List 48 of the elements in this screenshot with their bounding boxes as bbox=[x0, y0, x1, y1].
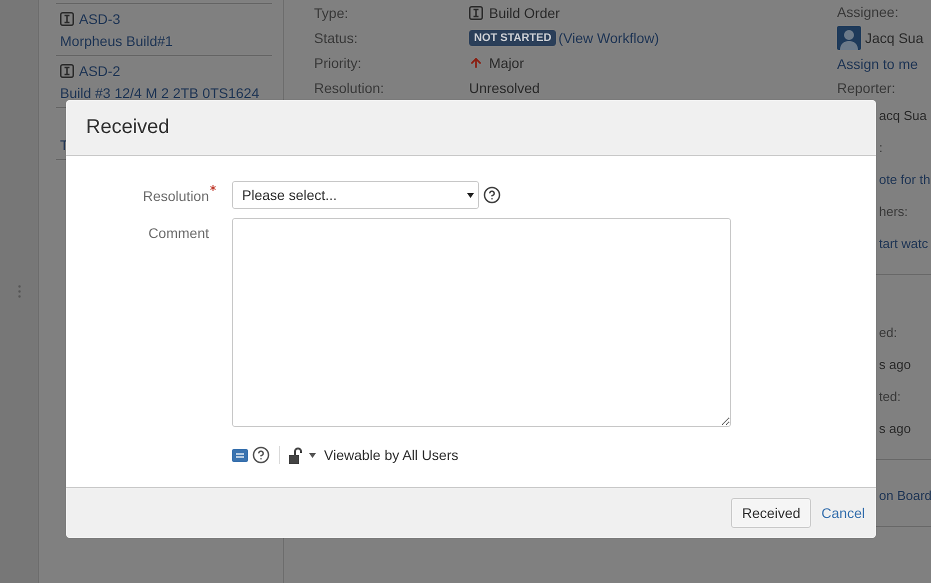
field-label: Reporter: bbox=[837, 79, 896, 98]
unlocked-padlock-icon[interactable] bbox=[289, 446, 305, 464]
resolution-select[interactable]: Please select... bbox=[232, 181, 479, 209]
field-label: Resolution: bbox=[314, 80, 386, 96]
help-icon[interactable] bbox=[483, 186, 501, 204]
field-label: Comment bbox=[148, 224, 210, 241]
issue-type-icon bbox=[60, 12, 74, 26]
field-label: hers: bbox=[879, 203, 909, 221]
caret-icon bbox=[309, 452, 316, 458]
priority-value: Major bbox=[489, 54, 524, 70]
field-label: Assignee: bbox=[837, 3, 900, 22]
avatar-icon bbox=[837, 26, 861, 50]
field-label: Status: bbox=[314, 30, 359, 46]
cancel-link[interactable]: Cancel bbox=[821, 505, 865, 521]
type-value: Build Order bbox=[489, 4, 560, 20]
field-label: Resolution bbox=[142, 181, 216, 204]
field-link[interactable]: on Board bbox=[879, 480, 931, 512]
assignee-name: Jacq Sua bbox=[865, 29, 924, 48]
issue-type-icon bbox=[469, 6, 483, 20]
required-icon bbox=[210, 185, 216, 191]
resolution-value: Unresolved bbox=[469, 80, 540, 96]
field-link[interactable]: ote for th bbox=[879, 164, 931, 196]
issue-type-icon bbox=[60, 64, 74, 78]
issue-summary-link[interactable]: Build #3 12/4 M 2 2TB 0TS1624 bbox=[60, 85, 268, 101]
assign-link[interactable]: Assign to me bbox=[837, 52, 931, 76]
view-workflow-link[interactable]: (View Workflow) bbox=[558, 30, 660, 46]
field-link[interactable]: tart watc bbox=[879, 228, 931, 260]
comment-field[interactable] bbox=[232, 218, 731, 427]
received-button[interactable]: Received bbox=[731, 498, 812, 528]
help-icon[interactable] bbox=[252, 446, 270, 464]
caret-icon bbox=[467, 192, 474, 198]
field-label: ted: bbox=[879, 388, 902, 406]
field-value: acq Sua bbox=[879, 107, 928, 125]
field-label: : bbox=[879, 139, 884, 157]
issue-key-link[interactable]: ASD-2 bbox=[79, 63, 120, 79]
arrow-up-icon bbox=[469, 56, 483, 70]
field-value: s ago bbox=[879, 420, 912, 438]
field-label: ed: bbox=[879, 324, 898, 342]
status-lozenge: NOT STARTED bbox=[469, 30, 556, 46]
drag-handle-icon[interactable] bbox=[18, 285, 20, 298]
issue-key-link[interactable]: ASD-3 bbox=[79, 11, 120, 27]
field-label: Type: bbox=[314, 4, 350, 20]
dialog-title: Received bbox=[86, 116, 170, 139]
visibility-label: Viewable by All Users bbox=[324, 447, 458, 463]
field-value: s ago bbox=[879, 356, 912, 374]
issue-summary-link[interactable]: Morpheus Build#1 bbox=[60, 33, 268, 49]
editor-mode-icon[interactable] bbox=[232, 448, 248, 462]
field-label: Priority: bbox=[314, 54, 362, 70]
